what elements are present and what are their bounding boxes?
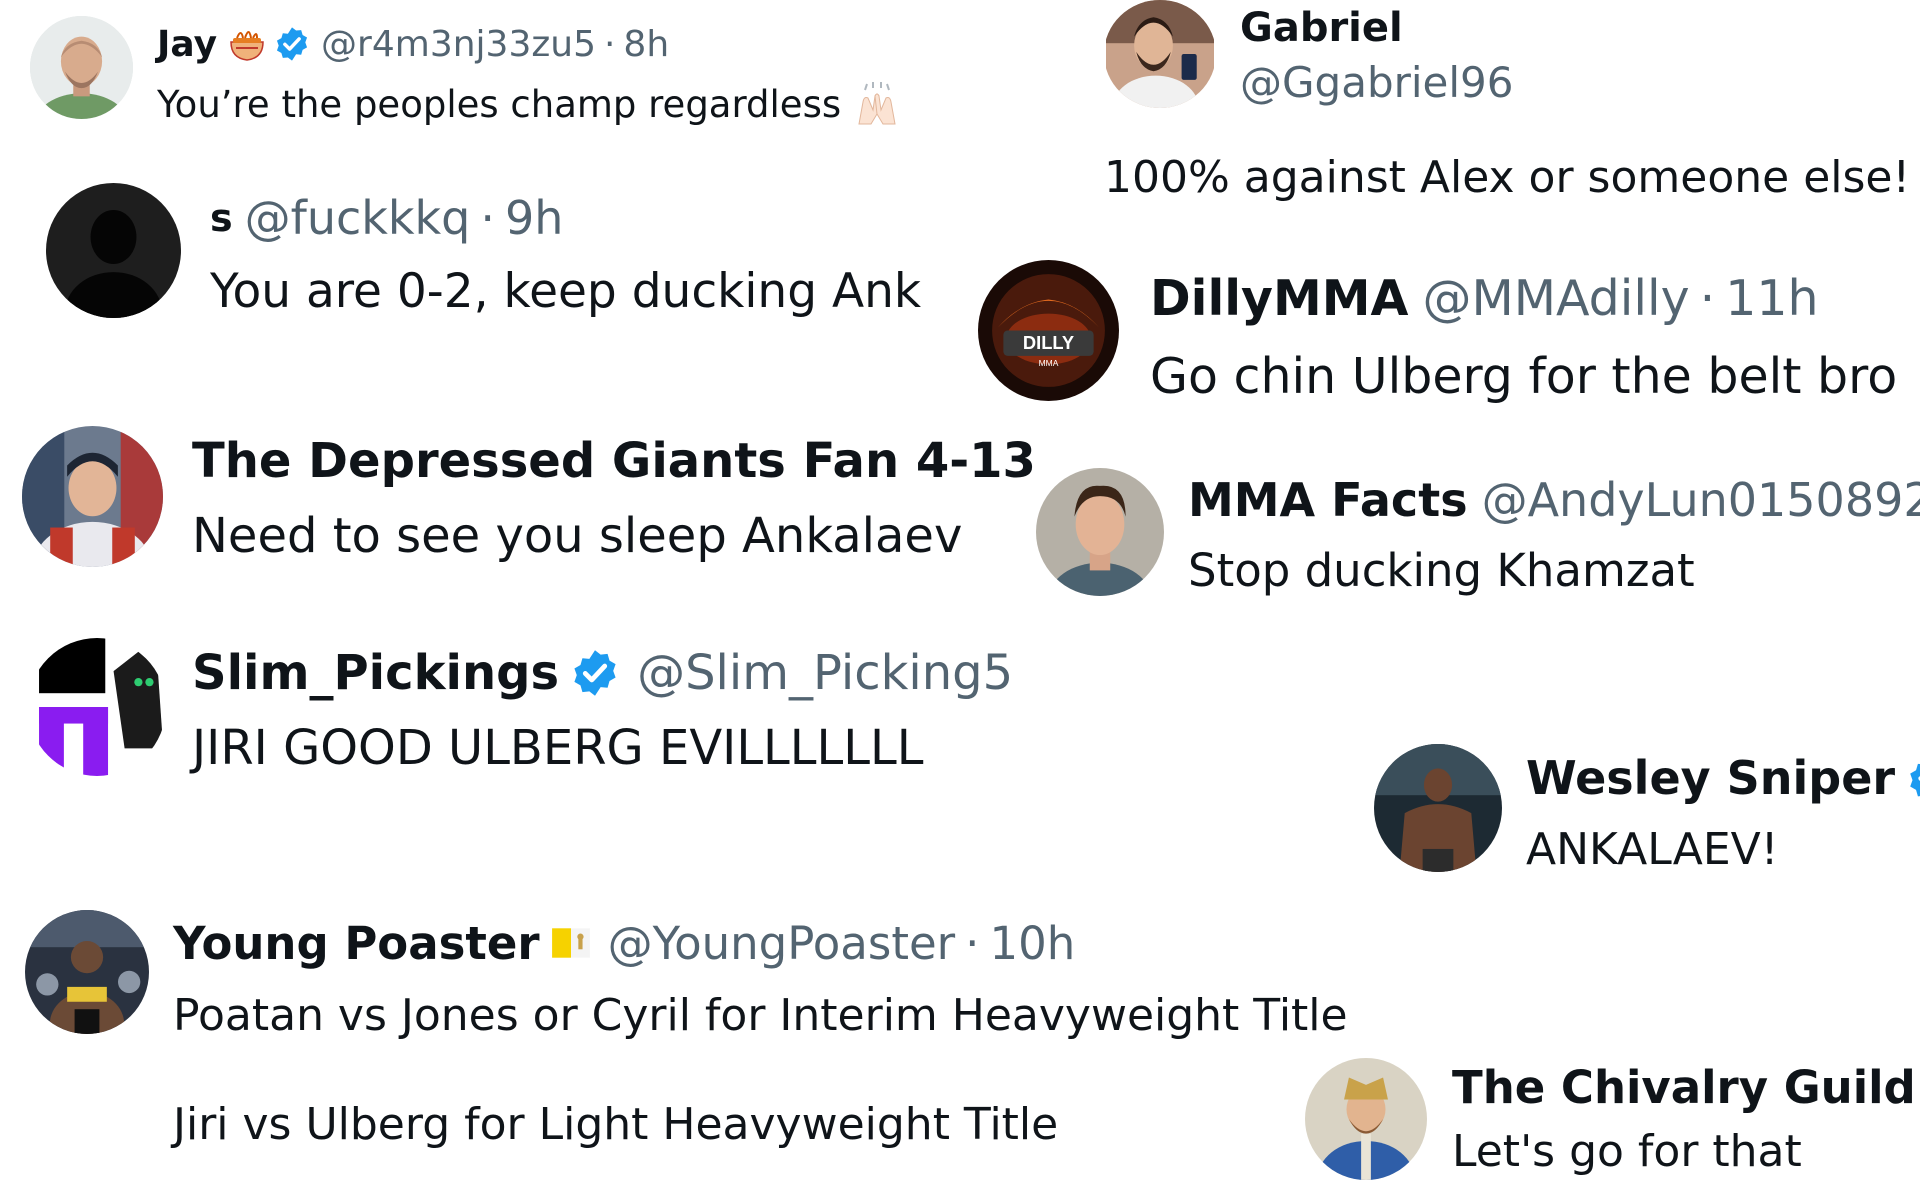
verified-badge-icon bbox=[273, 25, 311, 63]
separator-dot: · bbox=[965, 916, 980, 970]
reply-text: You are 0-2, keep ducking Ank bbox=[210, 264, 922, 319]
ramen-emoji-icon bbox=[227, 24, 267, 64]
display-name[interactable]: Jay bbox=[157, 24, 217, 65]
display-name[interactable]: Young Poaster bbox=[173, 917, 540, 970]
avatar-jay-photo bbox=[30, 16, 133, 119]
separator-dot: · bbox=[1699, 269, 1716, 327]
avatar[interactable] bbox=[22, 426, 163, 567]
reply-text: JIRI GOOD ULBERG EVILLLLLLL bbox=[192, 720, 924, 776]
verified-badge-icon bbox=[569, 647, 621, 699]
display-name[interactable]: DillyMMA bbox=[1150, 270, 1408, 327]
raised-hands-emoji-icon bbox=[853, 80, 901, 128]
reply-text: Need to see you sleep Ankalaev bbox=[192, 508, 963, 564]
avatar-giants-fan-photo bbox=[22, 426, 163, 567]
handle[interactable]: @Slim_Picking5 bbox=[637, 645, 1013, 701]
avatar-logo-text: DILLY bbox=[1023, 332, 1074, 353]
avatar-dillymma-logo: DILLY MMA bbox=[978, 260, 1119, 401]
avatar[interactable]: DILLY MMA bbox=[978, 260, 1119, 401]
verified-badge-icon bbox=[1905, 753, 1920, 803]
reply-text-line-1: Poatan vs Jones or Cyril for Interim Hea… bbox=[173, 990, 1348, 1041]
display-name[interactable]: The Chivalry Guild bbox=[1452, 1061, 1916, 1114]
reply-text: 100% against Alex or someone else! bbox=[1104, 152, 1911, 203]
reply-collage: Jay @r4m3nj33zu5 · 8h You’re the peoples… bbox=[0, 0, 1920, 1200]
handle[interactable]: @r4m3nj33zu5 bbox=[321, 24, 596, 65]
separator-dot: · bbox=[603, 23, 616, 65]
vatican-flag-emoji-icon bbox=[550, 922, 592, 964]
handle[interactable]: @YoungPoaster bbox=[608, 917, 956, 970]
reply-text-line-2: Jiri vs Ulberg for Light Heavyweight Tit… bbox=[173, 1099, 1059, 1150]
handle[interactable]: @AndyLun01508925 bbox=[1482, 473, 1920, 527]
handle[interactable]: @fuckkkq bbox=[245, 191, 471, 245]
avatar-young-poaster-photo bbox=[25, 910, 149, 1034]
avatar-wesley-sniper-photo bbox=[1374, 744, 1502, 872]
display-name[interactable]: Slim_Pickings bbox=[192, 645, 559, 701]
handle[interactable]: @Ggabriel96 bbox=[1240, 58, 1514, 107]
default-avatar-icon bbox=[46, 183, 181, 318]
avatar[interactable] bbox=[1036, 468, 1164, 596]
reply-text: Let's go for that bbox=[1452, 1126, 1802, 1177]
avatar-logo-subtext: MMA bbox=[1039, 358, 1059, 368]
display-name[interactable]: Wesley Sniper bbox=[1526, 751, 1895, 805]
timestamp[interactable]: 10h bbox=[989, 917, 1075, 970]
reply-text: Stop ducking Khamzat bbox=[1188, 544, 1695, 597]
avatar-gabriel-photo bbox=[1106, 0, 1214, 108]
avatar-chivalry-guild-knight bbox=[1305, 1058, 1427, 1180]
timestamp[interactable]: 9h bbox=[505, 191, 563, 245]
timestamp[interactable]: 11h bbox=[1725, 270, 1818, 327]
avatar[interactable] bbox=[28, 638, 166, 776]
avatar[interactable] bbox=[1305, 1058, 1427, 1180]
reply-text: You’re the peoples champ regardless bbox=[157, 82, 842, 126]
avatar-slim-pickings-logo bbox=[28, 638, 166, 776]
separator-dot: · bbox=[480, 191, 496, 245]
avatar[interactable] bbox=[1104, 0, 1216, 108]
avatar[interactable] bbox=[30, 16, 133, 119]
avatar-mma-facts-photo bbox=[1036, 468, 1164, 596]
display-name[interactable]: s bbox=[210, 196, 233, 240]
display-name[interactable]: MMA Facts bbox=[1188, 473, 1468, 527]
display-name[interactable]: The Depressed Giants Fan 4-13 bbox=[192, 433, 1036, 489]
avatar[interactable] bbox=[46, 183, 181, 318]
handle[interactable]: @MMAdilly bbox=[1422, 270, 1689, 327]
avatar[interactable] bbox=[25, 910, 149, 1034]
reply-text: Go chin Ulberg for the belt bro bbox=[1150, 348, 1898, 405]
reply-text: ANKALAEV! bbox=[1526, 824, 1779, 875]
avatar[interactable] bbox=[1374, 744, 1502, 872]
timestamp[interactable]: 8h bbox=[623, 24, 669, 65]
display-name[interactable]: Gabriel bbox=[1240, 5, 1403, 51]
